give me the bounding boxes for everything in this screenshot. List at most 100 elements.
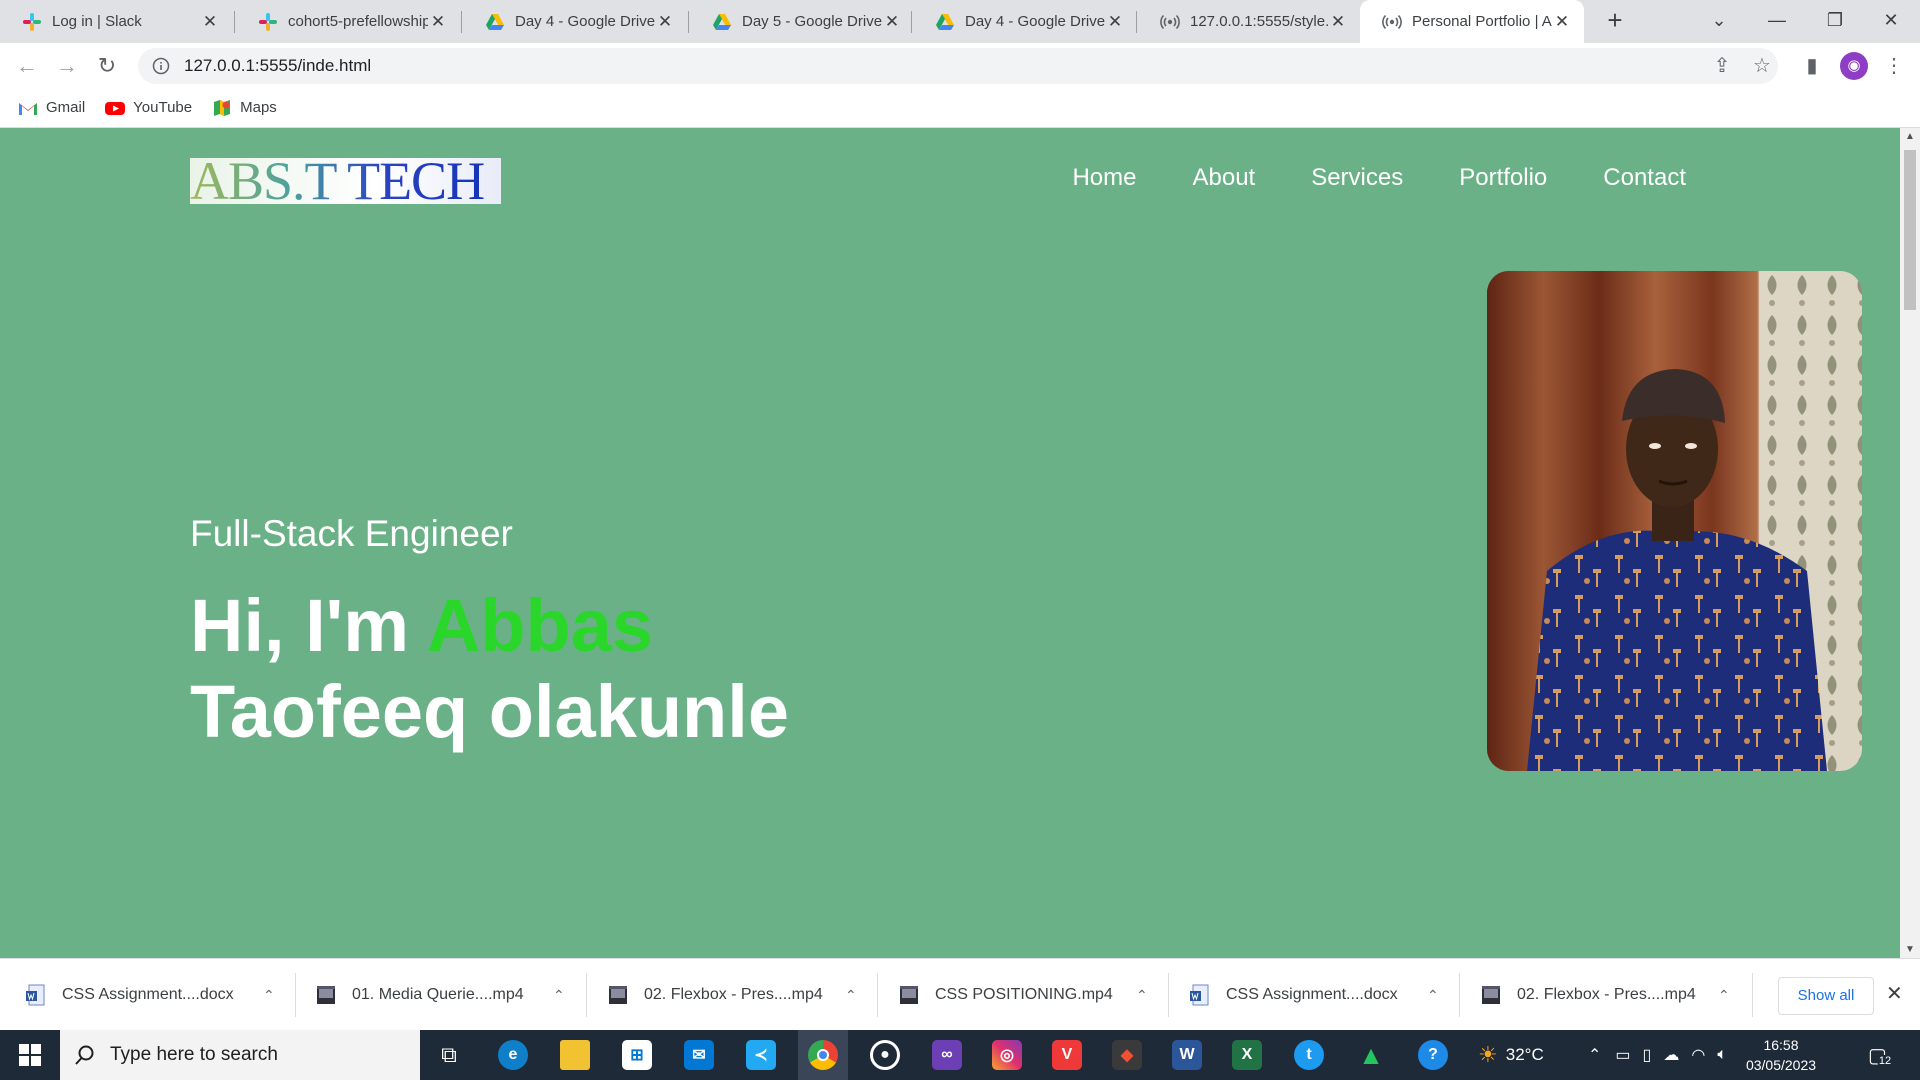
slack-icon [259, 12, 277, 31]
hero-greeting: Hi, I'm [190, 584, 410, 667]
bookmark-label: Maps [240, 99, 277, 116]
windows-taskbar: Type here to search ⧉ e ⊞ ✉ ≺ ● ∞ ◎ V ◆ … [0, 1030, 1920, 1080]
download-shelf: CSS Assignment....docx ⌃ 01. Media Queri… [0, 958, 1920, 1030]
page-scrollbar[interactable]: ▲ ▼ [1900, 128, 1920, 958]
hero-last-names: Taofeeq olakunle [190, 670, 789, 753]
chevron-up-icon[interactable]: ⌃ [1588, 1045, 1601, 1065]
new-tab-button[interactable]: + [1600, 6, 1630, 36]
nav-services[interactable]: Services [1311, 164, 1403, 192]
task-view-icon[interactable]: ⧉ [424, 1030, 474, 1080]
taskbar-search[interactable]: Type here to search [60, 1030, 420, 1080]
close-icon[interactable]: ✕ [882, 12, 902, 32]
bookmark-maps[interactable]: Maps [212, 98, 277, 118]
tab-style-css[interactable]: 127.0.0.1:5555/style.c ✕ [1138, 0, 1360, 43]
weather-widget[interactable]: ☀ 32°C [1478, 1030, 1544, 1080]
phone-link-icon[interactable]: ▯ [1643, 1045, 1652, 1065]
bookmark-youtube[interactable]: YouTube [105, 98, 192, 118]
video-file-icon [1482, 986, 1500, 1004]
tab-title: Day 5 - Google Drive [742, 13, 882, 30]
kebab-menu-icon[interactable]: ⋮ [1880, 52, 1908, 80]
battery-icon[interactable]: ▭ [1615, 1045, 1630, 1065]
reload-icon[interactable]: ↻ [92, 51, 122, 81]
nav-portfolio[interactable]: Portfolio [1459, 164, 1547, 192]
vivaldi-icon[interactable]: V [1042, 1030, 1092, 1080]
nav-contact[interactable]: Contact [1603, 164, 1686, 192]
share-icon[interactable]: ⇪ [1708, 52, 1736, 80]
star-icon[interactable]: ☆ [1748, 52, 1776, 80]
bookmark-gmail[interactable]: Gmail [18, 98, 85, 118]
close-icon[interactable]: ✕ [428, 12, 448, 32]
microsoft-store-icon[interactable]: ⊞ [612, 1030, 662, 1080]
chrome-icon[interactable] [798, 1030, 848, 1080]
excel-icon[interactable]: X [1222, 1030, 1272, 1080]
tab-search-chevron-icon[interactable]: ⌄ [1690, 0, 1748, 43]
download-item[interactable]: CSS POSITIONING.mp4 ⌃ [873, 959, 1148, 1031]
nav-about[interactable]: About [1192, 164, 1255, 192]
close-icon[interactable]: ✕ [200, 12, 220, 32]
tab-personal-portfolio[interactable]: Personal Portfolio | Al ✕ [1360, 0, 1584, 43]
git-icon[interactable]: ◆ [1102, 1030, 1152, 1080]
wifi-icon[interactable]: ◠ [1691, 1045, 1705, 1065]
file-explorer-icon[interactable] [550, 1030, 600, 1080]
download-name: CSS Assignment....docx [62, 986, 234, 1003]
minimize-icon[interactable]: — [1748, 0, 1806, 43]
instagram-icon[interactable]: ◎ [982, 1030, 1032, 1080]
download-item[interactable]: 01. Media Querie....mp4 ⌃ [290, 959, 565, 1031]
close-icon[interactable]: ✕ [1328, 12, 1348, 32]
tab-drive-day5[interactable]: Day 5 - Google Drive ✕ [690, 0, 914, 43]
weather-temp: 32°C [1505, 1045, 1544, 1064]
tab-slack-cohort[interactable]: cohort5-prefellowship ✕ [236, 0, 460, 43]
window-close-icon[interactable]: ✕ [1862, 0, 1920, 43]
download-item[interactable]: 02. Flexbox - Pres....mp4 ⌃ [582, 959, 857, 1031]
tab-drive-day4-b[interactable]: Day 4 - Google Drive ✕ [913, 0, 1137, 43]
restore-icon[interactable]: ❐ [1806, 0, 1864, 43]
chevron-up-icon[interactable]: ⌃ [845, 987, 857, 1004]
back-icon[interactable]: ← [12, 51, 42, 81]
scroll-up-icon[interactable]: ▲ [1900, 131, 1920, 142]
download-item[interactable]: CSS Assignment....docx ⌃ [1164, 959, 1439, 1031]
taskbar-clock[interactable]: 16:58 03/05/2023 [1736, 1035, 1826, 1075]
tab-divider [234, 11, 235, 33]
side-panel-icon[interactable]: ▮ [1798, 52, 1826, 80]
address-bar[interactable]: 127.0.0.1:5555/inde.html [138, 48, 1778, 84]
start-button[interactable] [0, 1030, 60, 1080]
scroll-down-icon[interactable]: ▼ [1900, 944, 1920, 955]
profile-avatar[interactable]: ◉ [1840, 52, 1868, 80]
bookmark-label: Gmail [46, 99, 86, 116]
tab-drive-day4[interactable]: Day 4 - Google Drive ✕ [463, 0, 687, 43]
mail-icon[interactable]: ✉ [674, 1030, 724, 1080]
chevron-up-icon[interactable]: ⌃ [1718, 987, 1730, 1004]
url-text[interactable]: 127.0.0.1:5555/inde.html [184, 56, 371, 76]
close-icon[interactable]: ✕ [1105, 12, 1125, 32]
help-icon[interactable]: ? [1408, 1030, 1458, 1080]
twitter-icon[interactable]: t [1284, 1030, 1334, 1080]
app-green-triangle-icon[interactable]: ▲ [1346, 1030, 1396, 1080]
vscode-icon[interactable]: ≺ [736, 1030, 786, 1080]
close-icon[interactable]: ✕ [655, 12, 675, 32]
download-item[interactable]: 02. Flexbox - Pres....mp4 ⌃ [1455, 959, 1730, 1031]
cloud-icon[interactable]: ☁ [1663, 1045, 1679, 1065]
chevron-up-icon[interactable]: ⌃ [263, 987, 275, 1004]
profile-photo-illustration [1487, 271, 1862, 771]
nav-home[interactable]: Home [1072, 164, 1136, 192]
google-drive-icon [936, 13, 954, 30]
chevron-up-icon[interactable]: ⌃ [1136, 987, 1148, 1004]
chevron-up-icon[interactable]: ⌃ [553, 987, 565, 1004]
broadcast-icon [1382, 14, 1402, 29]
show-all-button[interactable]: Show all [1778, 977, 1874, 1015]
site-logo[interactable]: ABS.T TECH [190, 154, 501, 208]
edge-icon[interactable]: e [488, 1030, 538, 1080]
forward-icon[interactable]: → [52, 51, 82, 81]
chevron-up-icon[interactable]: ⌃ [1427, 987, 1439, 1004]
close-icon[interactable]: ✕ [1886, 981, 1903, 1006]
download-item[interactable]: CSS Assignment....docx ⌃ [0, 959, 275, 1031]
media-player-icon[interactable]: ● [860, 1030, 910, 1080]
word-icon[interactable]: W [1162, 1030, 1212, 1080]
google-drive-icon [486, 13, 504, 30]
scrollbar-thumb[interactable] [1904, 150, 1916, 310]
speaker-icon[interactable]: 🔈︎ [1717, 1046, 1727, 1064]
tab-slack-login[interactable]: Log in | Slack ✕ [0, 0, 232, 43]
close-icon[interactable]: ✕ [1552, 12, 1572, 32]
visual-studio-icon[interactable]: ∞ [922, 1030, 972, 1080]
notifications-button[interactable]: ▢ 12 [1868, 1030, 1894, 1080]
